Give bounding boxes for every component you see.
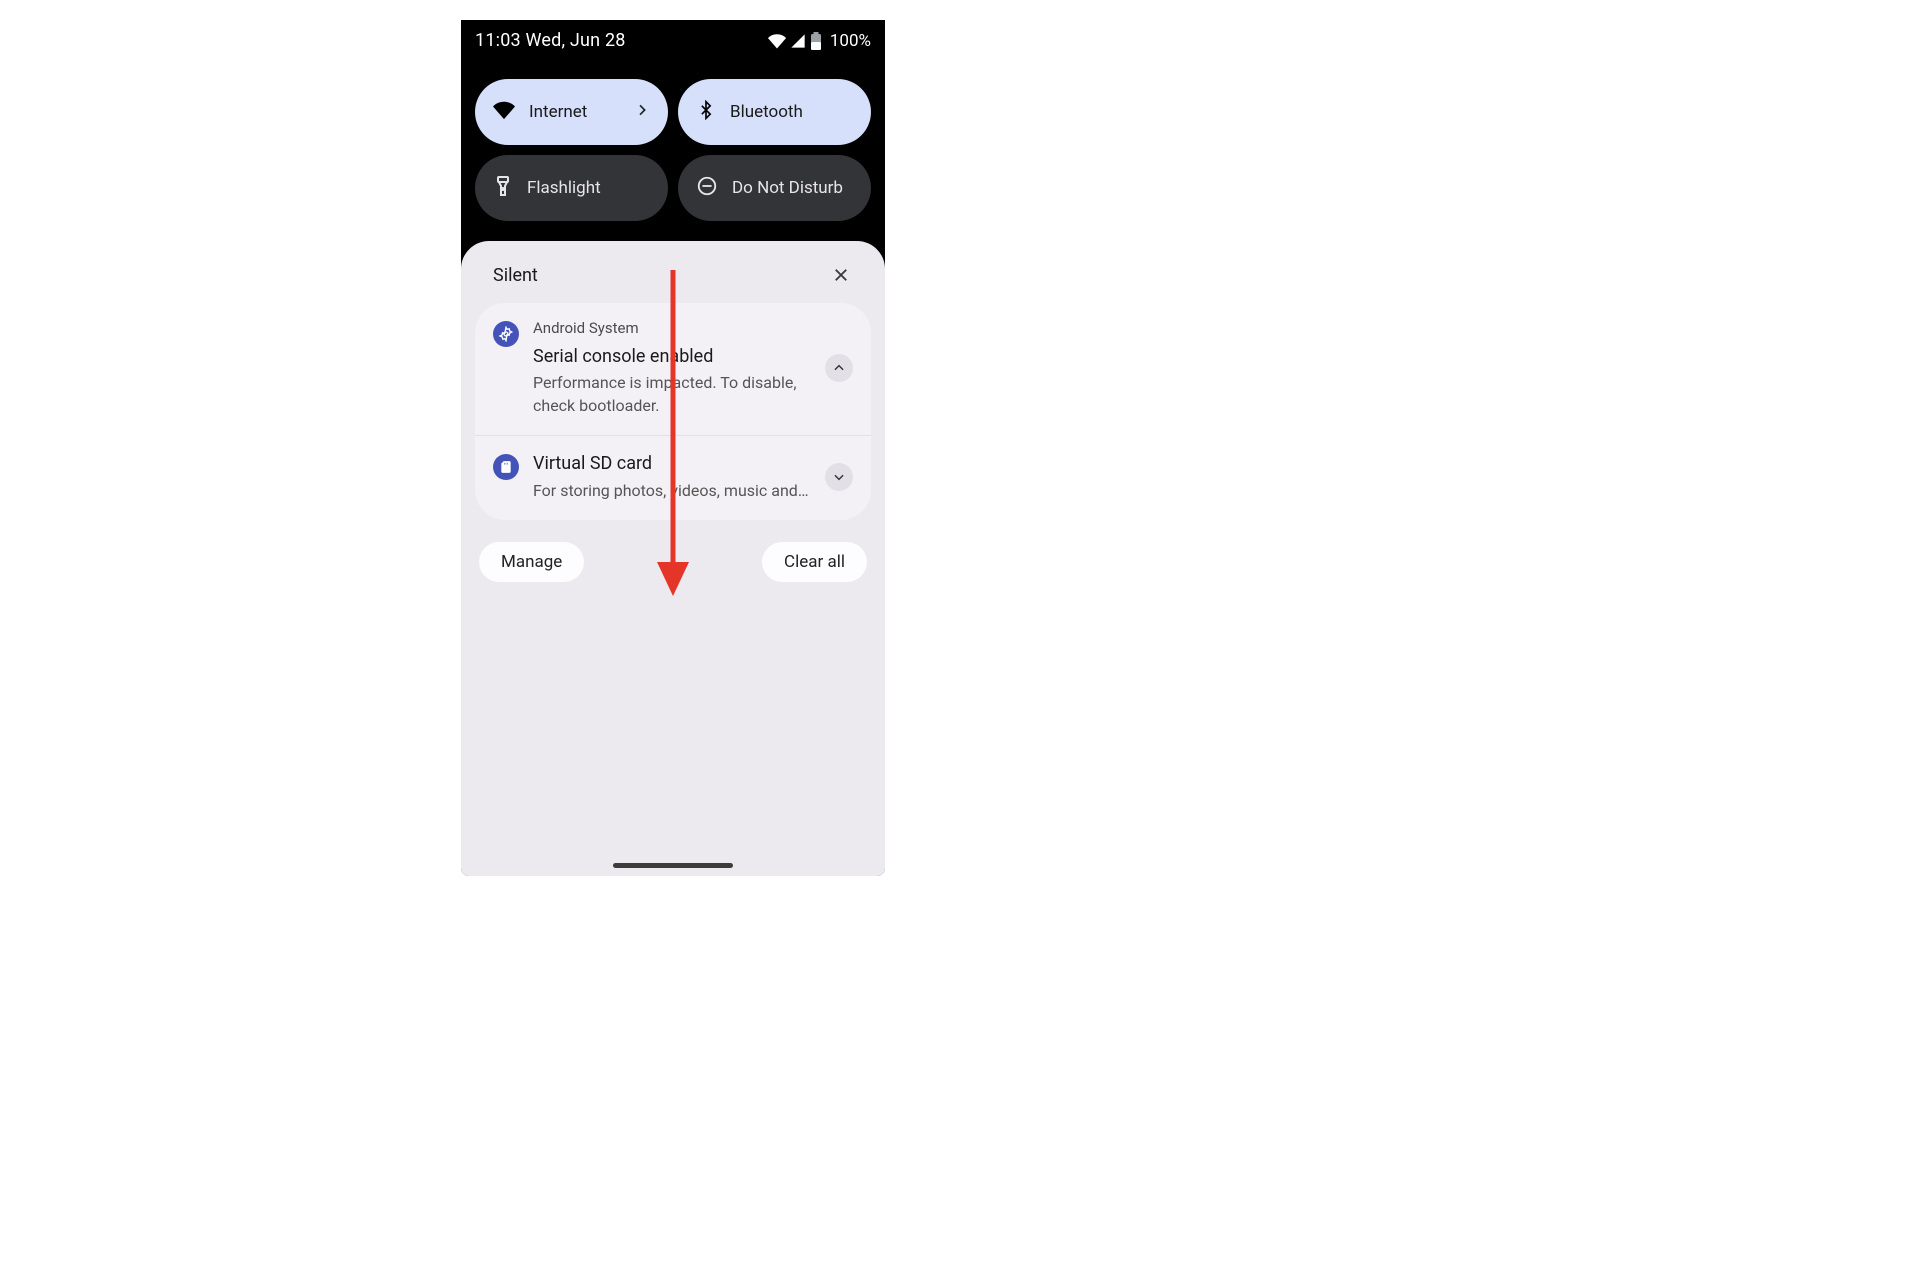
- notification-app: Android System: [533, 319, 811, 337]
- notification-actions: Manage Clear all: [475, 542, 871, 582]
- tile-label: Bluetooth: [730, 102, 803, 122]
- status-time: 11:03 Wed, Jun 28: [475, 30, 626, 51]
- gesture-bar[interactable]: [613, 863, 733, 868]
- sd-card-icon: [493, 454, 519, 480]
- tile-label: Internet: [529, 102, 587, 122]
- chevron-right-icon: [634, 102, 650, 123]
- phone-screen: 11:03 Wed, Jun 28 100%: [461, 20, 885, 876]
- quick-settings: Internet Bluetooth Flashlight: [461, 53, 885, 241]
- battery-percent: 100%: [830, 31, 871, 51]
- status-bar: 11:03 Wed, Jun 28 100%: [461, 20, 885, 53]
- notification-body: Performance is impacted. To disable, che…: [533, 372, 811, 417]
- dnd-icon: [696, 175, 718, 202]
- wifi-icon: [768, 32, 786, 50]
- tile-internet[interactable]: Internet: [475, 79, 668, 145]
- notification-item[interactable]: Android System Serial console enabled Pe…: [475, 303, 871, 435]
- dismiss-silent-button[interactable]: [829, 263, 853, 287]
- silent-section-header: Silent: [475, 241, 871, 303]
- flashlight-icon: [493, 174, 513, 203]
- notification-shade: Silent Android System Serial console ena…: [461, 241, 885, 876]
- expand-button[interactable]: [825, 463, 853, 491]
- gear-icon: [493, 321, 519, 347]
- chevron-up-icon: [832, 361, 846, 375]
- close-icon: [832, 266, 850, 284]
- clear-all-button[interactable]: Clear all: [762, 542, 867, 582]
- collapse-button[interactable]: [825, 354, 853, 382]
- battery-icon: [810, 32, 822, 50]
- tile-flashlight[interactable]: Flashlight: [475, 155, 668, 221]
- tile-label: Do Not Disturb: [732, 178, 843, 198]
- chevron-down-icon: [832, 470, 846, 484]
- tile-dnd[interactable]: Do Not Disturb: [678, 155, 871, 221]
- signal-icon: [790, 33, 806, 49]
- notification-item[interactable]: Virtual SD card For storing photos, vide…: [475, 435, 871, 520]
- tile-bluetooth[interactable]: Bluetooth: [678, 79, 871, 145]
- status-icons: 100%: [768, 31, 871, 51]
- section-label: Silent: [493, 265, 538, 286]
- tile-label: Flashlight: [527, 178, 601, 198]
- notifications-list: Android System Serial console enabled Pe…: [475, 303, 871, 520]
- notification-title: Virtual SD card: [533, 452, 811, 475]
- bluetooth-icon: [696, 100, 716, 125]
- wifi-icon: [493, 99, 515, 126]
- manage-button[interactable]: Manage: [479, 542, 584, 582]
- notification-title: Serial console enabled: [533, 345, 811, 368]
- notification-body: For storing photos, videos, music and …: [533, 480, 811, 502]
